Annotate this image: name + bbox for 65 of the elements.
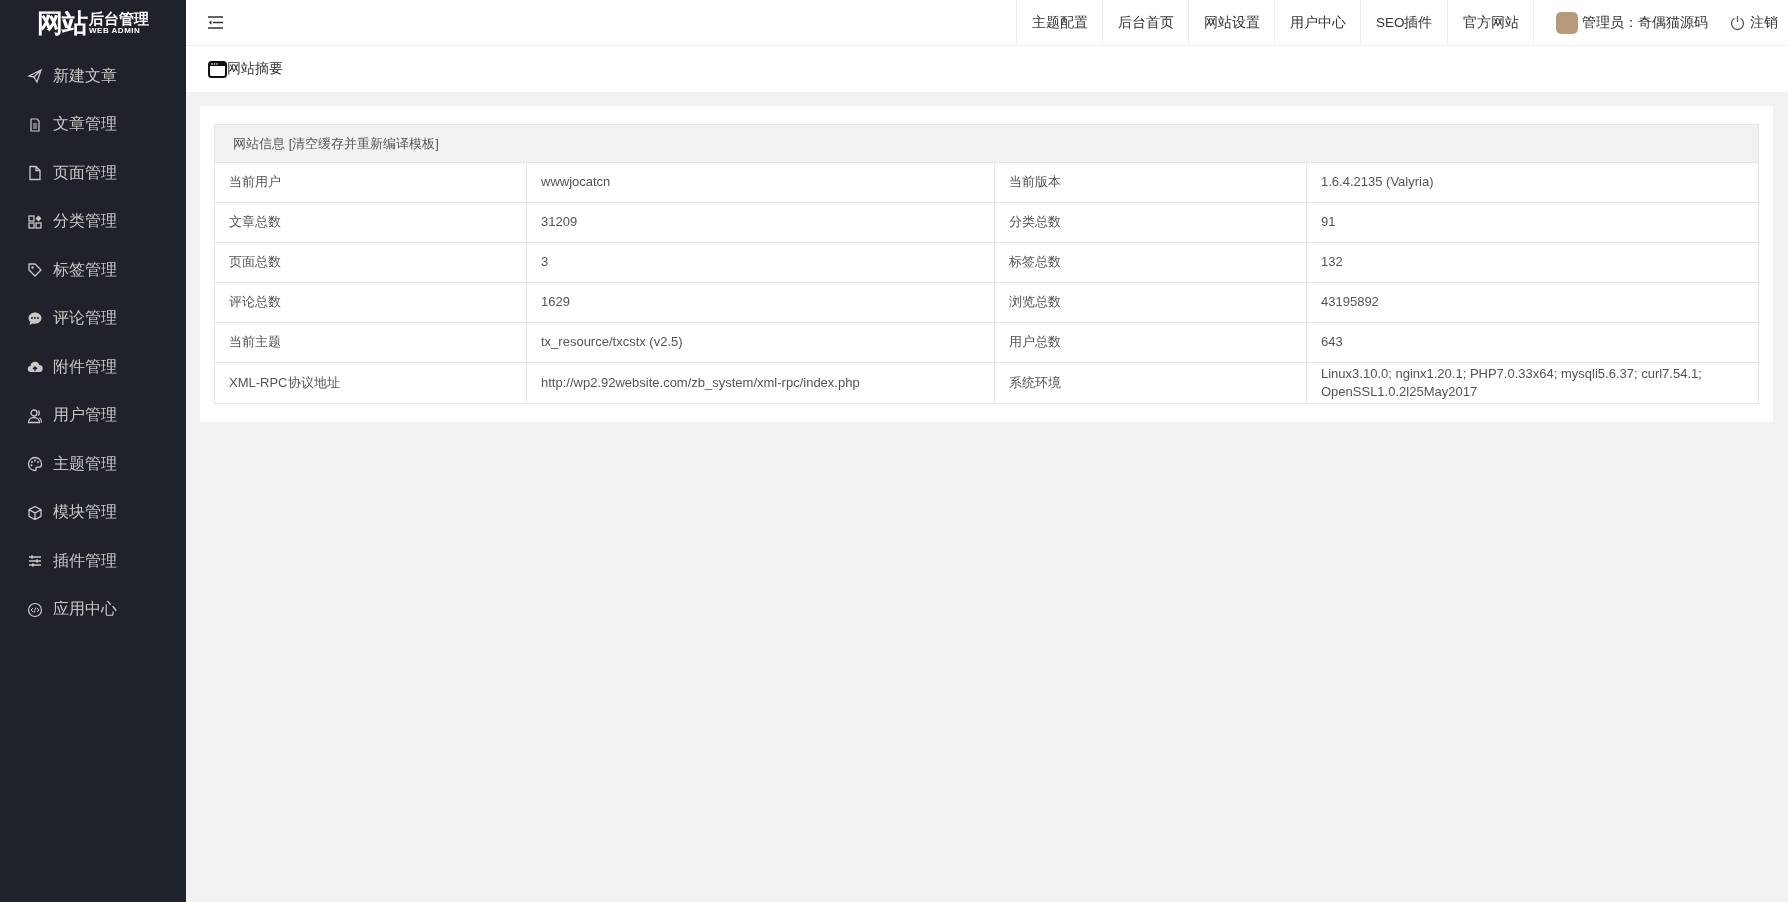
table-cell: XML-RPC协议地址: [214, 362, 527, 404]
sliders-icon: [27, 553, 43, 570]
sidebar-item[interactable]: 应用中心: [0, 585, 186, 634]
sidebar-item[interactable]: 插件管理: [0, 537, 186, 586]
breadcrumb-title: 网站摘要: [227, 60, 283, 78]
panel-title: 网站信息: [233, 135, 285, 151]
code-icon: [27, 601, 43, 618]
table-cell: 文章总数: [214, 202, 527, 243]
table-cell: 1.6.4.2135 (Valyria): [1306, 162, 1759, 203]
table-cell: Linux3.10.0; nginx1.20.1; PHP7.0.33x64; mysqli5.6.37; curl7.54.1; OpenSSL1.0.2l25May2017: [1306, 362, 1759, 404]
nav-link[interactable]: 网站设置: [1188, 0, 1275, 45]
table-cell: tx_resource/txcstx (v2.5): [526, 322, 995, 363]
logout-link[interactable]: 注销: [1730, 13, 1778, 32]
table-cell: 当前版本: [994, 162, 1307, 203]
clear-cache-link[interactable]: [清空缓存并重新编译模板]: [288, 135, 439, 151]
table-cell: 页面总数: [214, 242, 527, 283]
table-cell: 91: [1306, 202, 1759, 243]
tag-icon: [27, 262, 43, 279]
nav-link[interactable]: SEO插件: [1360, 0, 1447, 45]
table-cell: 当前用户: [214, 162, 527, 203]
nav-link[interactable]: 官方网站: [1447, 0, 1534, 45]
grid-icon: [27, 213, 43, 230]
table-cell: 系统环境: [994, 362, 1307, 404]
sidebar-item[interactable]: 页面管理: [0, 149, 186, 198]
menu-icon[interactable]: [208, 16, 223, 29]
table-cell: 31209: [526, 202, 995, 243]
logo-subtitle: 后台管理: [89, 11, 149, 26]
sidebar-item[interactable]: 文章管理: [0, 100, 186, 149]
table-cell: 3: [526, 242, 995, 283]
page-icon: [27, 165, 43, 182]
table-cell: 用户总数: [994, 322, 1307, 363]
logo-tagline: WEB ADMIN: [89, 27, 142, 35]
sidebar-item[interactable]: 评论管理: [0, 294, 186, 343]
palette-icon: [27, 456, 43, 473]
sidebar-item[interactable]: 分类管理: [0, 197, 186, 246]
table-cell: 43195892: [1306, 282, 1759, 323]
nav-link[interactable]: 后台首页: [1102, 0, 1189, 45]
nav-link[interactable]: 用户中心: [1274, 0, 1361, 45]
table-cell: 评论总数: [214, 282, 527, 323]
table-cell: http://wp2.92website.com/zb_system/xml-rpc/index.php: [526, 362, 995, 404]
sidebar-item[interactable]: 附件管理: [0, 343, 186, 392]
user-icon: [27, 407, 43, 424]
table-cell: 浏览总数: [994, 282, 1307, 323]
sidebar-item[interactable]: 标签管理: [0, 246, 186, 295]
nav-link[interactable]: 主题配置: [1016, 0, 1103, 45]
avatar-photo-placeholder: [1556, 11, 1578, 34]
table-cell: 1629: [526, 282, 995, 323]
table-cell: 643: [1306, 322, 1759, 363]
power-icon: [1730, 14, 1745, 31]
table-cell: 分类总数: [994, 202, 1307, 243]
chat-bubble-icon: [27, 310, 43, 327]
cube-icon: [27, 504, 43, 521]
sidebar-item[interactable]: 用户管理: [0, 391, 186, 440]
table-cell: wwwjocatcn: [526, 162, 995, 203]
window-icon: [208, 60, 227, 78]
sidebar-item[interactable]: 新建文章: [0, 52, 186, 101]
sidebar-item[interactable]: 模块管理: [0, 488, 186, 537]
sidebar-item[interactable]: 主题管理: [0, 440, 186, 489]
send-icon: [27, 68, 43, 85]
logo-title: 网站: [37, 6, 87, 40]
document-icon: [27, 116, 43, 133]
table-cell: 132: [1306, 242, 1759, 283]
table-cell: 当前主题: [214, 322, 527, 363]
user-name: 管理员：奇偶猫源码: [1582, 13, 1708, 32]
table-cell: 标签总数: [994, 242, 1307, 283]
